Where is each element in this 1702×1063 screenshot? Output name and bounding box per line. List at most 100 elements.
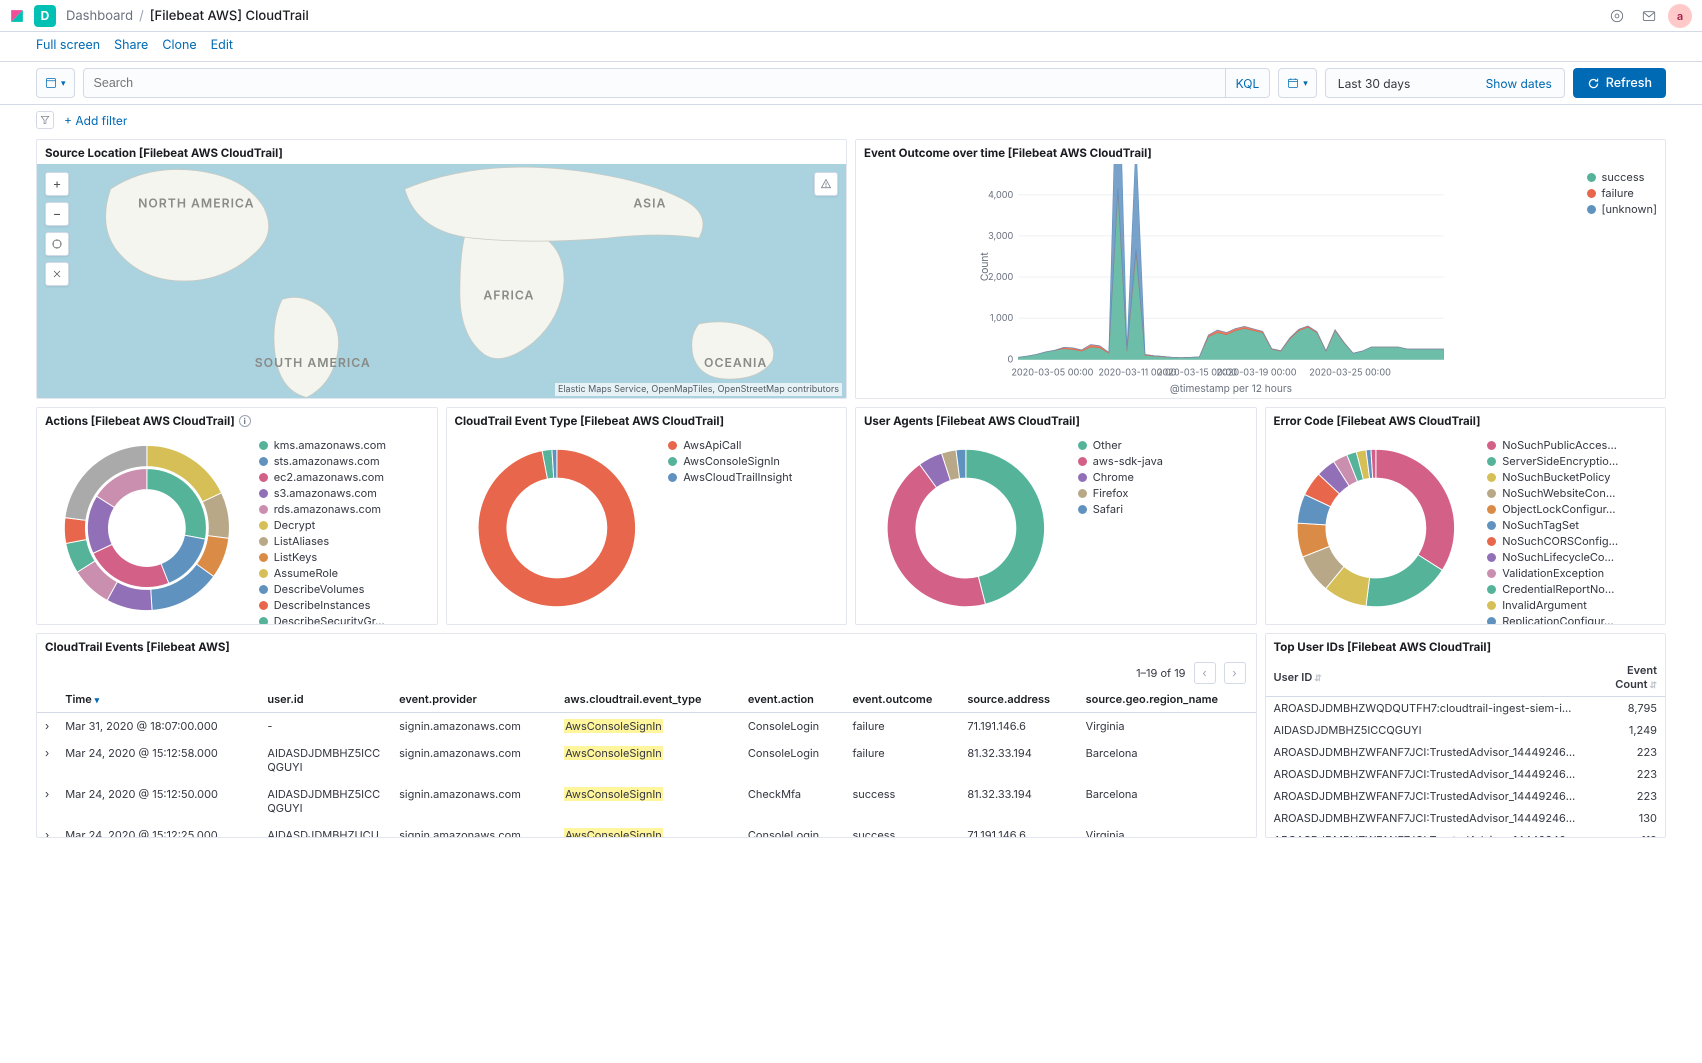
map-zoom-in-button[interactable]: + bbox=[45, 172, 69, 196]
table-row[interactable]: › Mar 24, 2020 @ 15:12:58.000 AIDASDJDMB… bbox=[37, 740, 1256, 781]
date-quick-select[interactable]: ▾ bbox=[1278, 68, 1317, 98]
add-filter-button[interactable]: + Add filter bbox=[64, 113, 127, 128]
table-row[interactable]: AROASDJDMBHZWFANF7JCI:TrustedAdvisor_144… bbox=[1266, 763, 1666, 785]
app-badge[interactable]: D bbox=[34, 5, 56, 27]
saved-query-button[interactable]: ▾ bbox=[36, 68, 75, 98]
legend-item[interactable]: InvalidArgument bbox=[1487, 598, 1659, 612]
expand-row-icon[interactable]: › bbox=[37, 822, 57, 838]
legend-item[interactable]: kms.amazonaws.com bbox=[259, 438, 431, 452]
expand-row-icon[interactable]: › bbox=[37, 781, 57, 822]
area-chart[interactable]: 01,0002,0003,0004,0002020-03-05 00:00202… bbox=[856, 164, 1665, 398]
legend-item[interactable]: DescribeInstances bbox=[259, 598, 431, 612]
map-zoom-out-button[interactable]: − bbox=[45, 202, 69, 226]
legend-item[interactable]: NoSuchBucketPolicy bbox=[1487, 470, 1659, 484]
svg-text:@timestamp per 12 hours: @timestamp per 12 hours bbox=[1170, 383, 1292, 395]
subnav-share[interactable]: Share bbox=[114, 38, 148, 53]
kibana-logo bbox=[10, 9, 24, 23]
table-row[interactable]: AROASDJDMBHZWFANF7JCI:TrustedAdvisor_144… bbox=[1266, 741, 1666, 763]
table-row[interactable]: › Mar 31, 2020 @ 18:07:00.000 - signin.a… bbox=[37, 713, 1256, 740]
donut-agents-chart[interactable] bbox=[856, 432, 1076, 624]
legend-item[interactable]: ListAliases bbox=[259, 534, 431, 548]
legend-item[interactable]: Safari bbox=[1078, 502, 1250, 516]
table-row[interactable]: › Mar 24, 2020 @ 15:12:50.000 AIDASDJDMB… bbox=[37, 781, 1256, 822]
legend-item[interactable]: ec2.amazonaws.com bbox=[259, 470, 431, 484]
legend-item[interactable]: ServerSideEncryptio… bbox=[1487, 454, 1659, 468]
donut-errors-chart[interactable] bbox=[1266, 432, 1486, 624]
expand-row-icon[interactable]: › bbox=[37, 740, 57, 781]
col-event-count[interactable]: Event Count⇵ bbox=[1585, 658, 1665, 697]
events-col[interactable]: aws.cloudtrail.event_type bbox=[556, 686, 740, 713]
map-fit-button[interactable] bbox=[45, 232, 69, 256]
legend-item[interactable]: failure bbox=[1587, 186, 1657, 200]
legend-item[interactable]: [unknown] bbox=[1587, 202, 1657, 216]
legend-item[interactable]: ListKeys bbox=[259, 550, 431, 564]
dashboard-subnav: Full screen Share Clone Edit bbox=[0, 32, 1702, 62]
legend-item[interactable]: AwsApiCall bbox=[668, 438, 840, 452]
map-warning-icon[interactable] bbox=[814, 172, 838, 196]
subnav-fullscreen[interactable]: Full screen bbox=[36, 38, 100, 53]
expand-row-icon[interactable]: › bbox=[37, 713, 57, 740]
legend-item[interactable]: success bbox=[1587, 170, 1657, 184]
legend-item[interactable]: AwsCloudTrailInsight bbox=[668, 470, 840, 484]
legend-item[interactable]: ValidationException bbox=[1487, 566, 1659, 580]
legend-item[interactable]: CredentialReportNo… bbox=[1487, 582, 1659, 596]
legend-item[interactable]: Other bbox=[1078, 438, 1250, 452]
map-tools-button[interactable] bbox=[45, 262, 69, 286]
events-col[interactable]: source.geo.region_name bbox=[1078, 686, 1256, 713]
filter-bar: + Add filter bbox=[0, 105, 1702, 139]
breadcrumb-root[interactable]: Dashboard bbox=[66, 8, 133, 24]
filter-help-icon[interactable] bbox=[36, 111, 54, 129]
world-map[interactable]: NORTH AMERICA SOUTH AMERICA AFRICA ASIA … bbox=[37, 164, 846, 398]
search-box: KQL bbox=[83, 68, 1271, 98]
legend-item[interactable]: DescribeSecurityGr… bbox=[259, 614, 431, 624]
legend-item[interactable]: ObjectLockConfigur… bbox=[1487, 502, 1659, 516]
legend-item[interactable]: aws-sdk-java bbox=[1078, 454, 1250, 468]
donut-actions-chart[interactable] bbox=[37, 432, 257, 624]
search-input[interactable] bbox=[84, 76, 1225, 90]
legend-item[interactable]: NoSuchLifecycleCo… bbox=[1487, 550, 1659, 564]
legend-item[interactable]: Chrome bbox=[1078, 470, 1250, 484]
events-col[interactable]: user.id bbox=[259, 686, 391, 713]
legend-item[interactable]: AssumeRole bbox=[259, 566, 431, 580]
events-col[interactable]: event.action bbox=[740, 686, 845, 713]
legend-item[interactable]: ReplicationConfigur… bbox=[1487, 614, 1659, 624]
donut-eventtype-chart[interactable] bbox=[447, 432, 667, 624]
table-row[interactable]: AROASDJDMBHZWQDQUTFH7:cloudtrail-ingest-… bbox=[1266, 697, 1666, 720]
refresh-button[interactable]: Refresh bbox=[1573, 68, 1666, 98]
panel-error-code: Error Code [Filebeat AWS CloudTrail] NoS… bbox=[1265, 407, 1667, 625]
col-user-id[interactable]: User ID⇵ bbox=[1266, 658, 1586, 697]
query-language-switch[interactable]: KQL bbox=[1225, 69, 1270, 97]
map-label-sa: SOUTH AMERICA bbox=[255, 355, 371, 370]
table-row[interactable]: AROASDJDMBHZWFANF7JCI:TrustedAdvisor_144… bbox=[1266, 807, 1666, 829]
table-row[interactable]: AIDASDJDMBHZ5ICCQGUYI1,249 bbox=[1266, 719, 1666, 741]
date-range[interactable]: Last 30 days Show dates bbox=[1325, 68, 1565, 98]
legend-item[interactable]: Decrypt bbox=[259, 518, 431, 532]
legend-item[interactable]: NoSuchCORSConfig… bbox=[1487, 534, 1659, 548]
info-icon[interactable]: i bbox=[239, 415, 251, 427]
legend-item[interactable]: sts.amazonaws.com bbox=[259, 454, 431, 468]
mail-icon[interactable] bbox=[1636, 3, 1662, 29]
avatar[interactable]: a bbox=[1668, 4, 1692, 28]
newsfeed-icon[interactable] bbox=[1604, 3, 1630, 29]
pager-prev-button[interactable]: ‹ bbox=[1194, 662, 1216, 684]
legend-item[interactable]: s3.amazonaws.com bbox=[259, 486, 431, 500]
table-row[interactable]: › Mar 24, 2020 @ 15:12:25.000 AIDASDJDMB… bbox=[37, 822, 1256, 838]
subnav-clone[interactable]: Clone bbox=[162, 38, 196, 53]
events-col[interactable]: event.outcome bbox=[844, 686, 959, 713]
events-col[interactable]: event.provider bbox=[391, 686, 556, 713]
show-dates-link[interactable]: Show dates bbox=[1486, 76, 1552, 91]
subnav-edit[interactable]: Edit bbox=[211, 38, 233, 53]
legend-item[interactable]: NoSuchWebsiteCon… bbox=[1487, 486, 1659, 500]
legend-item[interactable]: Firefox bbox=[1078, 486, 1250, 500]
table-row[interactable]: AROASDJDMBHZWFANF7JCI:TrustedAdvisor_144… bbox=[1266, 829, 1666, 837]
events-col[interactable]: source.address bbox=[959, 686, 1077, 713]
table-row[interactable]: AROASDJDMBHZWFANF7JCI:TrustedAdvisor_144… bbox=[1266, 785, 1666, 807]
pager-next-button[interactable]: › bbox=[1224, 662, 1246, 684]
legend-item[interactable]: NoSuchTagSet bbox=[1487, 518, 1659, 532]
events-col[interactable]: Time ▾ bbox=[57, 686, 259, 713]
legend-item[interactable]: DescribeVolumes bbox=[259, 582, 431, 596]
legend-item[interactable]: AwsConsoleSignIn bbox=[668, 454, 840, 468]
panel-title: Error Code [Filebeat AWS CloudTrail] bbox=[1266, 408, 1666, 432]
legend-item[interactable]: rds.amazonaws.com bbox=[259, 502, 431, 516]
legend-item[interactable]: NoSuchPublicAcces… bbox=[1487, 438, 1659, 452]
